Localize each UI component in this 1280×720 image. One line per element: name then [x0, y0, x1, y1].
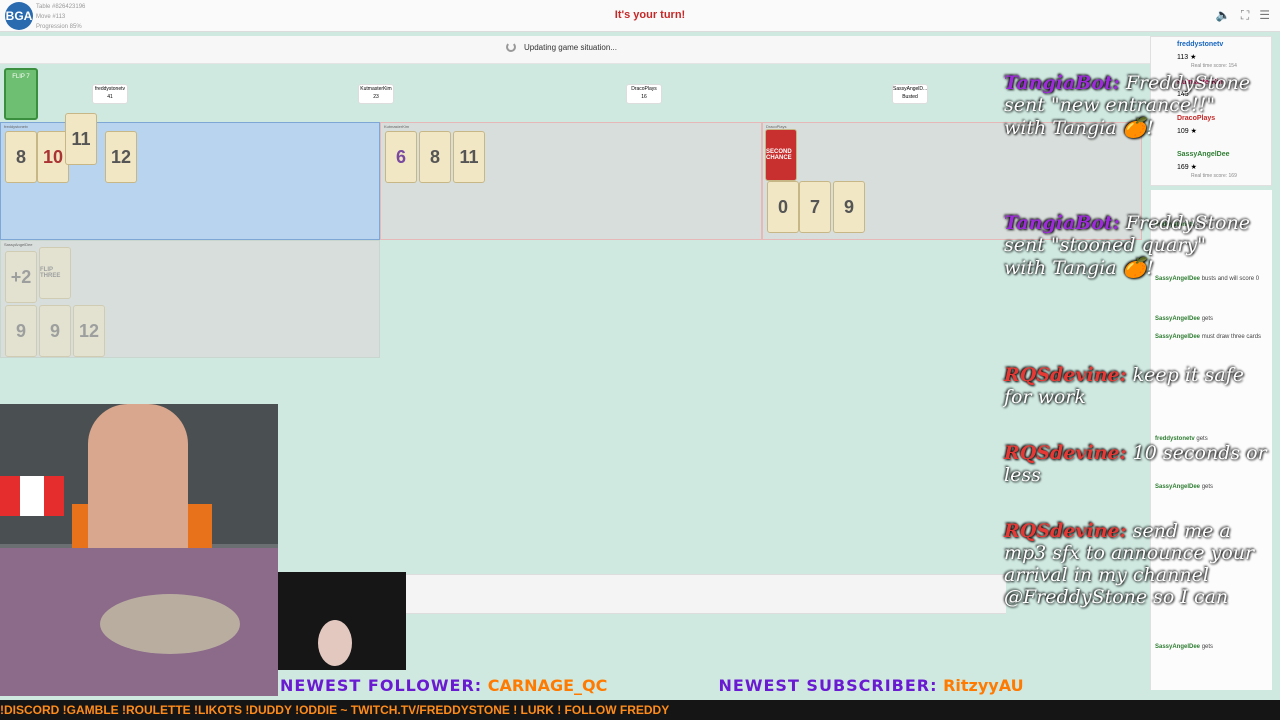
- number-card[interactable]: 0: [767, 181, 799, 233]
- spinner-icon: [506, 42, 516, 52]
- menu-icon[interactable]: ☰: [1259, 8, 1270, 23]
- number-card[interactable]: 7: [799, 181, 831, 233]
- number-card[interactable]: 6: [385, 131, 417, 183]
- player-tag: KutmasterKim 23: [358, 84, 394, 104]
- follower-label: NEWEST FOLLOWER:: [280, 676, 483, 695]
- hand-on-mouse: [318, 620, 352, 666]
- number-card[interactable]: 8: [5, 131, 37, 183]
- number-card[interactable]: 11: [65, 113, 97, 165]
- number-card[interactable]: 12: [105, 131, 137, 183]
- bga-logo[interactable]: BGA: [5, 2, 33, 30]
- hand-area: [406, 574, 1006, 614]
- subscriber-label: NEWEST SUBSCRIBER:: [718, 676, 938, 695]
- player-tag: DracoPlays 16: [626, 84, 662, 104]
- number-card[interactable]: 9: [833, 181, 865, 233]
- player-zone-sassyangeldee: SassyAngelDee +2 FLIP THREE 9 9 12: [0, 240, 380, 358]
- second-chance-card[interactable]: SECOND CHANCE: [765, 129, 797, 181]
- player-realtime: Real time score: 154: [1191, 63, 1237, 69]
- player-tag: freddystonetv 41: [92, 84, 128, 104]
- player-tag: SassyAngelD... Busted: [892, 84, 928, 104]
- number-card[interactable]: 12: [73, 305, 105, 357]
- modifier-card[interactable]: +2: [5, 251, 37, 303]
- number-card[interactable]: 8: [419, 131, 451, 183]
- fullscreen-icon[interactable]: ⛶: [1241, 8, 1249, 23]
- chat-message: RQSdevine: keep it safe for work: [1004, 364, 1244, 408]
- sound-icon[interactable]: 🔈: [1216, 8, 1231, 23]
- hand-camera: [278, 572, 406, 670]
- chat-message: RQSdevine: send me a mp3 sfx to announce…: [1004, 520, 1255, 608]
- progression: Progression 85%: [36, 24, 82, 30]
- newest-follower: CARNAGE_QC: [487, 676, 608, 695]
- updating-status: Updating game situation...: [506, 42, 617, 52]
- streamer: [88, 404, 188, 550]
- turn-indicator: It's your turn!: [614, 9, 686, 21]
- player-zone-freddystonetv: freddystonetv 8 10 11 12: [0, 113, 380, 240]
- flip7-deck[interactable]: FLIP 7: [4, 68, 38, 120]
- table-info: Table #826423196 Move #113 Progression 8…: [36, 2, 85, 32]
- stream-banner: NEWEST FOLLOWER: CARNAGE_QC NEWEST SUBSC…: [280, 676, 1280, 698]
- player-score: 113 ★: [1177, 54, 1197, 61]
- updating-text: Updating game situation...: [524, 42, 617, 52]
- player-zone-kutmasterkim: KutmasterKim 6 8 11: [380, 122, 762, 240]
- newest-subscriber: RitzyyAU: [943, 676, 1024, 695]
- number-card[interactable]: 9: [5, 305, 37, 357]
- chat-message: RQSdevine: 10 seconds or less: [1004, 442, 1267, 486]
- number-card[interactable]: 9: [39, 305, 71, 357]
- top-bar: BGA Table #826423196 Move #113 Progressi…: [0, 0, 1280, 32]
- cat: [100, 594, 240, 654]
- move-number: Move #113: [36, 14, 66, 20]
- stream-chat-overlay: TangiaBot: FreddyStone sent "new entranc…: [1004, 72, 1274, 692]
- command-ticker: !DISCORD !GAMBLE !ROULETTE !LIKOTS !DUDD…: [0, 700, 1280, 720]
- canada-flag: [0, 476, 64, 516]
- top-icons: 🔈 ⛶ ☰: [1216, 8, 1270, 23]
- number-card[interactable]: 11: [453, 131, 485, 183]
- action-card[interactable]: FLIP THREE: [39, 247, 71, 299]
- chat-message: TangiaBot: FreddyStone sent "new entranc…: [1004, 72, 1250, 139]
- player-name[interactable]: freddystonetv: [1177, 41, 1223, 48]
- chat-message: TangiaBot: FreddyStone sent "stooned qua…: [1004, 212, 1250, 279]
- streamer-webcam: [0, 404, 278, 696]
- table-number: Table #826423196: [36, 4, 86, 10]
